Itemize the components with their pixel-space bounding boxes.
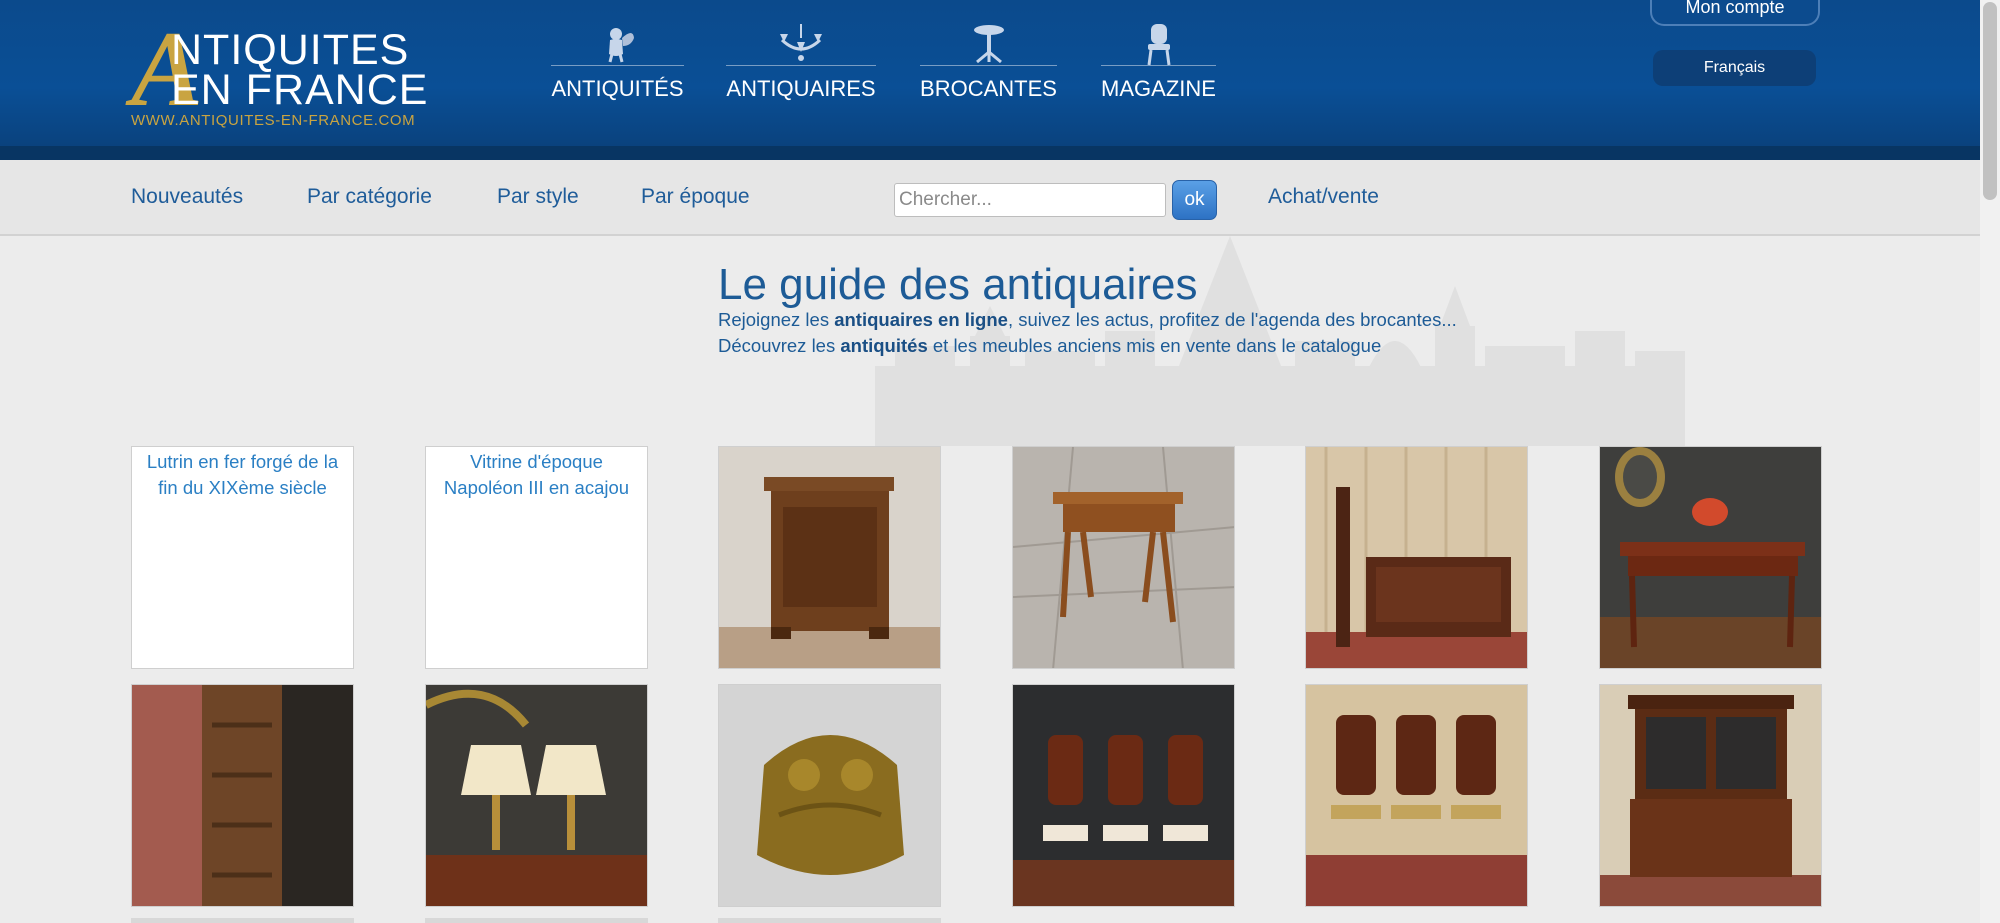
brass-owl-photo[interactable] [718, 684, 941, 907]
cherub-icon [551, 22, 684, 66]
nav-antiquaires-label: ANTIQUAIRES [726, 76, 876, 101]
hero-link-antiquaires-en-ligne[interactable]: antiquaires en ligne [834, 309, 1008, 330]
hero-line-2: Découvrez les antiquités et les meubles … [718, 334, 1381, 358]
pair-of-lamps-photo[interactable] [425, 684, 648, 907]
mahogany-desk-photo[interactable] [1599, 446, 1822, 669]
subnav-par-style[interactable]: Par style [497, 185, 579, 209]
nav-antiquites[interactable]: ANTIQUITÉS [551, 22, 684, 106]
hero-line-1-text: Rejoignez les [718, 309, 835, 330]
header-stripe [0, 146, 1980, 160]
catalogue-item-lutrin[interactable]: Lutrin en fer forgé de la fin du XIXème … [131, 446, 354, 669]
hero-link-antiquites[interactable]: antiquités [840, 335, 927, 356]
site-header: A NTIQUITES EN FRANCE WWW.ANTIQUITES-EN-… [0, 0, 1980, 160]
nav-magazine-label: MAGAZINE [1101, 76, 1216, 101]
mahogany-bed-photo[interactable] [1305, 446, 1528, 669]
logo-line-2: EN FRANCE [171, 66, 429, 114]
six-mahogany-chairs-photo[interactable] [1012, 684, 1235, 907]
nav-brocantes[interactable]: BROCANTES [920, 22, 1057, 106]
scrollbar-thumb[interactable] [1983, 2, 1997, 200]
catalogue-row-3-edge [718, 918, 941, 923]
hero-line-2-rest: et les meubles anciens mis en vente dans… [927, 335, 1382, 356]
subnav-achat-vente[interactable]: Achat/vente [1268, 185, 1379, 209]
sub-navigation: Nouveautés Par catégorie Par style Par é… [0, 160, 1980, 236]
subnav-nouveautes[interactable]: Nouveautés [131, 185, 243, 209]
catalogue-row-3-edge [425, 918, 648, 923]
catalogue-item-vitrine[interactable]: Vitrine d'époque Napoléon III en acajou [425, 446, 648, 669]
nav-antiquaires[interactable]: ANTIQUAIRES [726, 22, 876, 106]
search-submit-button[interactable]: ok [1172, 180, 1217, 220]
nav-antiquites-label: ANTIQUITÉS [551, 76, 684, 101]
logo-url: WWW.ANTIQUITES-EN-FRANCE.COM [131, 112, 416, 129]
page-title: Le guide des antiquaires [718, 260, 1198, 309]
chair-icon [1101, 22, 1216, 66]
cherry-side-table-photo[interactable] [1012, 446, 1235, 669]
subnav-par-epoque[interactable]: Par époque [641, 185, 750, 209]
hero-line-2-text: Découvrez les [718, 335, 841, 356]
page-scrollbar[interactable] [1980, 0, 2000, 923]
walnut-nightstand-photo[interactable] [718, 446, 941, 669]
site-logo[interactable]: A NTIQUITES EN FRANCE WWW.ANTIQUITES-EN-… [131, 16, 441, 134]
account-button[interactable]: Mon compte [1650, 0, 1820, 26]
nav-brocantes-label: BROCANTES [920, 76, 1057, 101]
hero-line-1-rest: , suivez les actus, profitez de l'agenda… [1007, 309, 1457, 330]
broken-image-alt-text: Lutrin en fer forgé de la fin du XIXème … [146, 451, 339, 498]
catalogue-row-3-edge [131, 918, 354, 923]
armoire-interior-photo[interactable] [131, 684, 354, 907]
hero-line-1: Rejoignez les antiquaires en ligne, suiv… [718, 308, 1457, 332]
search-input[interactable] [894, 183, 1166, 217]
chandelier-icon [726, 22, 876, 66]
four-cane-chairs-photo[interactable] [1305, 684, 1528, 907]
broken-image-alt-text: Vitrine d'époque Napoléon III en acajou [443, 451, 630, 498]
subnav-par-categorie[interactable]: Par catégorie [307, 185, 432, 209]
language-selector[interactable]: Français [1653, 50, 1816, 86]
mahogany-buffet-photo[interactable] [1599, 684, 1822, 907]
pedestal-table-icon [920, 22, 1057, 66]
nav-magazine[interactable]: MAGAZINE [1101, 22, 1216, 106]
